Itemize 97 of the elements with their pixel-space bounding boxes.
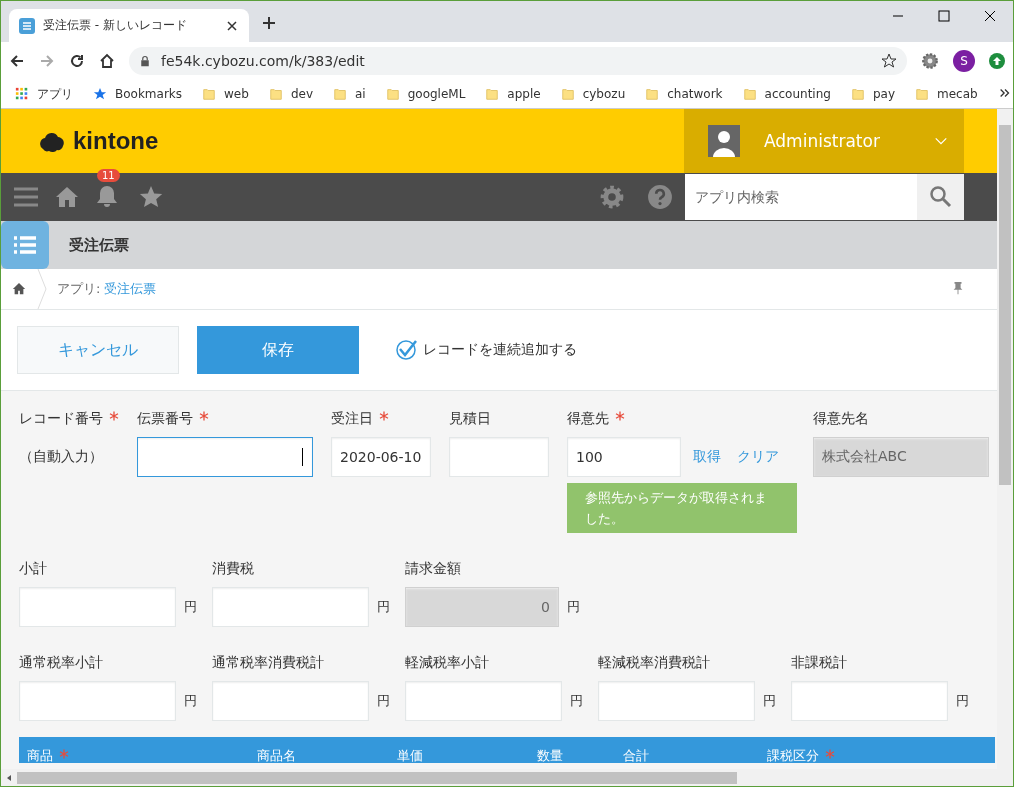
column-header: 課税区分 <box>767 747 819 763</box>
required-icon <box>615 411 625 421</box>
bookmark-item[interactable]: cybozu <box>560 87 626 101</box>
success-message: 参照先からデータが取得されました。 <box>567 483 797 533</box>
unit-label: 円 <box>184 692 197 710</box>
profile-avatar[interactable]: S <box>953 50 975 72</box>
required-icon <box>825 749 835 759</box>
bookmark-item[interactable]: Bookmarks <box>93 87 183 101</box>
browser-tab[interactable]: 受注伝票 - 新しいレコード <box>9 9 249 42</box>
field-value: （自動入力） <box>19 447 104 466</box>
home-icon[interactable] <box>12 282 26 296</box>
folder-icon <box>850 87 865 101</box>
folder-icon <box>485 87 500 101</box>
disabled-field: 株式会社ABC <box>813 437 989 477</box>
folder-icon <box>333 87 347 101</box>
folder-icon <box>202 87 217 101</box>
bookmark-item[interactable]: dev <box>268 87 313 101</box>
field-label: 受注日 <box>331 410 373 428</box>
folder-icon <box>742 87 757 101</box>
unit-label: 円 <box>956 692 969 710</box>
input-field[interactable] <box>137 437 313 477</box>
bell-icon[interactable] <box>95 183 119 208</box>
required-icon <box>379 411 389 421</box>
bookmark-item[interactable]: mecab <box>915 87 978 101</box>
breadcrumb-prefix: アプリ: <box>57 280 101 298</box>
input-field[interactable]: 2020-06-10 <box>331 437 431 477</box>
horizontal-scrollbar[interactable] <box>1 769 997 786</box>
field-label: 軽減税率小計 <box>405 654 489 672</box>
reload-icon[interactable] <box>69 53 85 69</box>
bookmark-item[interactable]: chatwork <box>645 87 723 101</box>
field-label: 請求金額 <box>405 560 461 578</box>
folder-icon <box>560 87 575 101</box>
star-icon <box>93 87 107 101</box>
menu-icon[interactable] <box>13 185 39 209</box>
field-label: 伝票番号 <box>137 410 193 428</box>
home-icon[interactable] <box>99 53 115 69</box>
plus-icon[interactable] <box>261 15 277 31</box>
bookmark-item[interactable]: googleML <box>385 87 466 101</box>
field-label: 軽減税率消費税計 <box>598 654 710 672</box>
bookmark-item[interactable]: pay <box>850 87 895 101</box>
field-label: 得意先 <box>567 410 609 428</box>
field-label: 小計 <box>19 560 47 578</box>
disabled-field: 0 <box>405 587 559 627</box>
unit-label: 円 <box>567 598 580 616</box>
field-label: 通常税率消費税計 <box>212 654 324 672</box>
column-header: 商品名 <box>257 747 296 763</box>
search-icon <box>928 185 953 209</box>
unit-label: 円 <box>763 692 776 710</box>
field-label: 通常税率小計 <box>19 654 103 672</box>
required-icon <box>109 411 119 421</box>
star-icon[interactable] <box>139 185 163 209</box>
lock-icon <box>139 55 151 67</box>
bookmark-item[interactable]: accounting <box>742 87 831 101</box>
forward-arrow-icon[interactable] <box>39 53 55 69</box>
vertical-scrollbar[interactable] <box>997 109 1013 786</box>
folder-icon <box>268 87 283 101</box>
scroll-left-icon[interactable] <box>5 773 13 782</box>
back-arrow-icon[interactable] <box>9 53 25 69</box>
required-icon <box>59 749 69 759</box>
input-field[interactable]: 100 <box>567 437 681 477</box>
field-label: 得意先名 <box>813 410 869 428</box>
search-field[interactable]: アプリ内検索 <box>685 174 917 220</box>
checkbox-label: レコードを連続追加する <box>423 341 577 359</box>
folder-icon <box>915 87 929 101</box>
help-icon[interactable] <box>647 184 673 210</box>
bookmark-item[interactable]: apple <box>485 87 541 101</box>
required-icon <box>199 411 209 421</box>
gear-icon[interactable] <box>921 52 939 70</box>
column-header: 単価 <box>397 747 423 763</box>
app-title: 受注伝票 <box>69 235 129 255</box>
folder-icon <box>385 87 400 101</box>
logo-text: kintone <box>73 127 159 155</box>
column-header: 商品 <box>27 747 53 763</box>
user-silhouette-icon <box>708 125 740 157</box>
search-button[interactable] <box>917 174 964 220</box>
field-label: 見積日 <box>449 410 491 428</box>
column-header: 数量 <box>537 747 563 763</box>
unit-label: 円 <box>570 692 583 710</box>
field-label: 消費税 <box>212 560 254 578</box>
checkbox[interactable] <box>395 339 417 361</box>
settings-icon[interactable] <box>599 184 625 210</box>
close-icon[interactable] <box>225 18 239 33</box>
bookmark-item[interactable]: ai <box>333 87 366 101</box>
address-bar[interactable]: fe54k.cybozu.com/k/383/edit <box>129 47 907 75</box>
list-icon <box>19 17 35 34</box>
star-outline-icon[interactable] <box>881 53 897 69</box>
column-header: 合計 <box>623 747 649 763</box>
field-label: 非課税計 <box>791 654 847 672</box>
list-icon <box>11 233 39 257</box>
folder-icon <box>645 87 660 101</box>
unit-label: 円 <box>184 598 197 616</box>
unit-label: 円 <box>377 692 390 710</box>
bookmark-item[interactable]: アプリ <box>15 85 73 103</box>
bookmark-item[interactable]: web <box>202 87 249 101</box>
apps-grid-icon <box>15 87 29 101</box>
field-label: レコード番号 <box>19 410 103 428</box>
unit-label: 円 <box>377 598 390 616</box>
